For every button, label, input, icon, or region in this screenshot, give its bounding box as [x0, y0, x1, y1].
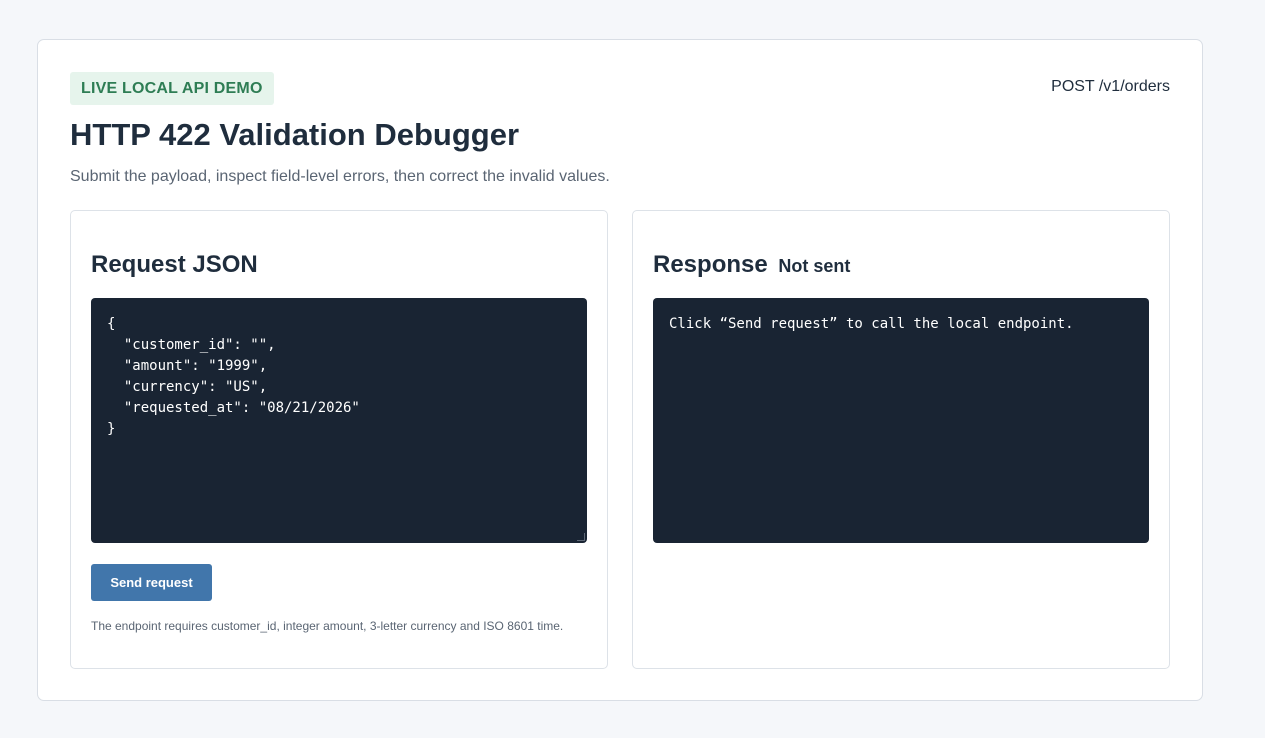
endpoint-label: POST /v1/orders: [1051, 78, 1170, 95]
response-heading-wrap: Response Not sent: [653, 251, 850, 279]
response-panel: Response Not sent Click “Send request” t…: [632, 210, 1170, 669]
page-subtitle: Submit the payload, inspect field-level …: [70, 168, 610, 185]
request-panel: Request JSON { "customer_id": "", "amoun…: [70, 210, 608, 669]
response-text: Click “Send request” to call the local e…: [669, 316, 1074, 332]
page-title: HTTP 422 Validation Debugger: [70, 117, 520, 152]
resize-handle-icon[interactable]: [577, 533, 585, 541]
send-request-button[interactable]: Send request: [91, 564, 212, 601]
response-output: Click “Send request” to call the local e…: [653, 298, 1149, 543]
request-hint: The endpoint requires customer_id, integ…: [91, 619, 564, 633]
main-card: LIVE LOCAL API DEMO POST /v1/orders HTTP…: [37, 39, 1203, 701]
request-json-editor[interactable]: { "customer_id": "", "amount": "1999", "…: [91, 298, 587, 543]
request-heading: Request JSON: [91, 251, 258, 278]
live-demo-badge: LIVE LOCAL API DEMO: [70, 72, 274, 105]
response-heading: Response: [653, 251, 768, 278]
response-status: Not sent: [778, 256, 851, 276]
request-json-text: { "customer_id": "", "amount": "1999", "…: [107, 316, 360, 437]
